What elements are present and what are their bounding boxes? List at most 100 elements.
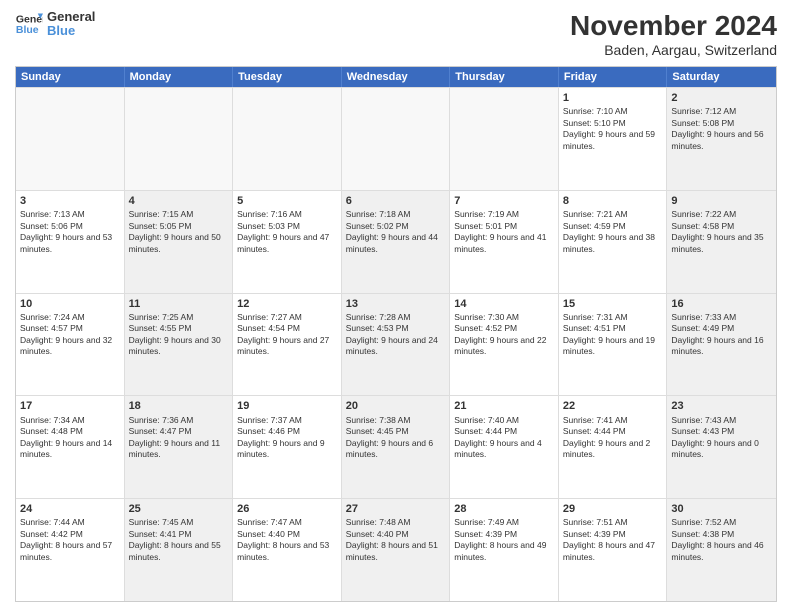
calendar-cell: 6Sunrise: 7:18 AM Sunset: 5:02 PM Daylig… [342, 191, 451, 293]
day-number: 7 [454, 194, 554, 208]
header-tuesday: Tuesday [233, 67, 342, 87]
day-number: 13 [346, 297, 446, 311]
calendar-body: 1Sunrise: 7:10 AM Sunset: 5:10 PM Daylig… [16, 87, 776, 601]
calendar-cell [233, 88, 342, 190]
calendar-cell: 26Sunrise: 7:47 AM Sunset: 4:40 PM Dayli… [233, 499, 342, 601]
calendar-cell [125, 88, 234, 190]
calendar-cell: 12Sunrise: 7:27 AM Sunset: 4:54 PM Dayli… [233, 294, 342, 396]
calendar-cell: 15Sunrise: 7:31 AM Sunset: 4:51 PM Dayli… [559, 294, 668, 396]
day-number: 29 [563, 502, 663, 516]
day-number: 24 [20, 502, 120, 516]
calendar-cell: 11Sunrise: 7:25 AM Sunset: 4:55 PM Dayli… [125, 294, 234, 396]
cell-info: Sunrise: 7:36 AM Sunset: 4:47 PM Dayligh… [129, 415, 229, 461]
cell-info: Sunrise: 7:22 AM Sunset: 4:58 PM Dayligh… [671, 209, 772, 255]
calendar-cell: 3Sunrise: 7:13 AM Sunset: 5:06 PM Daylig… [16, 191, 125, 293]
header: General Blue General Blue November 2024 … [15, 10, 777, 58]
day-number: 4 [129, 194, 229, 208]
calendar-cell: 5Sunrise: 7:16 AM Sunset: 5:03 PM Daylig… [233, 191, 342, 293]
header-wednesday: Wednesday [342, 67, 451, 87]
cell-info: Sunrise: 7:24 AM Sunset: 4:57 PM Dayligh… [20, 312, 120, 358]
calendar-cell [16, 88, 125, 190]
page: General Blue General Blue November 2024 … [0, 0, 792, 612]
cell-info: Sunrise: 7:34 AM Sunset: 4:48 PM Dayligh… [20, 415, 120, 461]
calendar-row-1: 1Sunrise: 7:10 AM Sunset: 5:10 PM Daylig… [16, 87, 776, 190]
day-number: 8 [563, 194, 663, 208]
day-number: 12 [237, 297, 337, 311]
calendar-cell: 14Sunrise: 7:30 AM Sunset: 4:52 PM Dayli… [450, 294, 559, 396]
day-number: 26 [237, 502, 337, 516]
day-number: 30 [671, 502, 772, 516]
cell-info: Sunrise: 7:41 AM Sunset: 4:44 PM Dayligh… [563, 415, 663, 461]
cell-info: Sunrise: 7:27 AM Sunset: 4:54 PM Dayligh… [237, 312, 337, 358]
calendar-cell: 1Sunrise: 7:10 AM Sunset: 5:10 PM Daylig… [559, 88, 668, 190]
calendar-cell: 4Sunrise: 7:15 AM Sunset: 5:05 PM Daylig… [125, 191, 234, 293]
calendar-cell: 25Sunrise: 7:45 AM Sunset: 4:41 PM Dayli… [125, 499, 234, 601]
day-number: 17 [20, 399, 120, 413]
calendar-cell: 16Sunrise: 7:33 AM Sunset: 4:49 PM Dayli… [667, 294, 776, 396]
calendar-cell: 2Sunrise: 7:12 AM Sunset: 5:08 PM Daylig… [667, 88, 776, 190]
page-subtitle: Baden, Aargau, Switzerland [570, 42, 777, 58]
calendar-cell: 20 Sunrise: 7:38 AM Sunset: 4:45 PM Dayli… [342, 396, 451, 498]
calendar-row-3: 10Sunrise: 7:24 AM Sunset: 4:57 PM Dayli… [16, 293, 776, 396]
day-number: 23 [671, 399, 772, 413]
header-saturday: Saturday [667, 67, 776, 87]
cell-info: Sunrise: 7:18 AM Sunset: 5:02 PM Dayligh… [346, 209, 446, 255]
title-block: November 2024 Baden, Aargau, Switzerland [570, 10, 777, 58]
cell-info: Sunrise: 7:10 AM Sunset: 5:10 PM Dayligh… [563, 106, 663, 152]
day-number: 1 [563, 91, 663, 105]
logo-icon: General Blue [15, 10, 43, 38]
calendar-cell: 18Sunrise: 7:36 AM Sunset: 4:47 PM Dayli… [125, 396, 234, 498]
calendar-row-5: 24Sunrise: 7:44 AM Sunset: 4:42 PM Dayli… [16, 498, 776, 601]
calendar-cell: 21Sunrise: 7:40 AM Sunset: 4:44 PM Dayli… [450, 396, 559, 498]
day-number: 21 [454, 399, 554, 413]
day-number: 16 [671, 297, 772, 311]
day-number: 22 [563, 399, 663, 413]
calendar-cell: 24Sunrise: 7:44 AM Sunset: 4:42 PM Dayli… [16, 499, 125, 601]
cell-info: Sunrise: 7:48 AM Sunset: 4:40 PM Dayligh… [346, 517, 446, 563]
calendar: Sunday Monday Tuesday Wednesday Thursday… [15, 66, 777, 602]
day-number: 10 [20, 297, 120, 311]
calendar-cell [342, 88, 451, 190]
calendar-cell: 17 Sunrise: 7:34 AM Sunset: 4:48 PM Dayli… [16, 396, 125, 498]
logo-line2: Blue [47, 24, 95, 38]
day-number: 20 [346, 399, 446, 413]
calendar-cell: 22 Sunrise: 7:41 AM Sunset: 4:44 PM Dayli… [559, 396, 668, 498]
cell-info: Sunrise: 7:25 AM Sunset: 4:55 PM Dayligh… [129, 312, 229, 358]
cell-info: Sunrise: 7:15 AM Sunset: 5:05 PM Dayligh… [129, 209, 229, 255]
cell-info: Sunrise: 7:49 AM Sunset: 4:39 PM Dayligh… [454, 517, 554, 563]
cell-info: Sunrise: 7:52 AM Sunset: 4:38 PM Dayligh… [671, 517, 772, 563]
day-number: 25 [129, 502, 229, 516]
calendar-header: Sunday Monday Tuesday Wednesday Thursday… [16, 67, 776, 87]
calendar-cell: 28Sunrise: 7:49 AM Sunset: 4:39 PM Dayli… [450, 499, 559, 601]
cell-info: Sunrise: 7:31 AM Sunset: 4:51 PM Dayligh… [563, 312, 663, 358]
calendar-row-2: 3Sunrise: 7:13 AM Sunset: 5:06 PM Daylig… [16, 190, 776, 293]
day-number: 9 [671, 194, 772, 208]
day-number: 19 [237, 399, 337, 413]
day-number: 3 [20, 194, 120, 208]
day-number: 27 [346, 502, 446, 516]
cell-info: Sunrise: 7:30 AM Sunset: 4:52 PM Dayligh… [454, 312, 554, 358]
calendar-cell: 19Sunrise: 7:37 AM Sunset: 4:46 PM Dayli… [233, 396, 342, 498]
calendar-cell: 27Sunrise: 7:48 AM Sunset: 4:40 PM Dayli… [342, 499, 451, 601]
day-number: 5 [237, 194, 337, 208]
cell-info: Sunrise: 7:44 AM Sunset: 4:42 PM Dayligh… [20, 517, 120, 563]
cell-info: Sunrise: 7:12 AM Sunset: 5:08 PM Dayligh… [671, 106, 772, 152]
day-number: 15 [563, 297, 663, 311]
calendar-cell: 23 Sunrise: 7:43 AM Sunset: 4:43 PM Dayli… [667, 396, 776, 498]
day-number: 28 [454, 502, 554, 516]
cell-info: Sunrise: 7:21 AM Sunset: 4:59 PM Dayligh… [563, 209, 663, 255]
cell-info: Sunrise: 7:28 AM Sunset: 4:53 PM Dayligh… [346, 312, 446, 358]
cell-info: Sunrise: 7:43 AM Sunset: 4:43 PM Dayligh… [671, 415, 772, 461]
header-monday: Monday [125, 67, 234, 87]
calendar-cell: 9Sunrise: 7:22 AM Sunset: 4:58 PM Daylig… [667, 191, 776, 293]
day-number: 14 [454, 297, 554, 311]
header-sunday: Sunday [16, 67, 125, 87]
calendar-cell: 10Sunrise: 7:24 AM Sunset: 4:57 PM Dayli… [16, 294, 125, 396]
header-friday: Friday [559, 67, 668, 87]
logo: General Blue General Blue [15, 10, 95, 39]
cell-info: Sunrise: 7:38 AM Sunset: 4:45 PM Dayligh… [346, 415, 446, 461]
calendar-cell: 7Sunrise: 7:19 AM Sunset: 5:01 PM Daylig… [450, 191, 559, 293]
cell-info: Sunrise: 7:33 AM Sunset: 4:49 PM Dayligh… [671, 312, 772, 358]
calendar-cell: 13Sunrise: 7:28 AM Sunset: 4:53 PM Dayli… [342, 294, 451, 396]
day-number: 2 [671, 91, 772, 105]
